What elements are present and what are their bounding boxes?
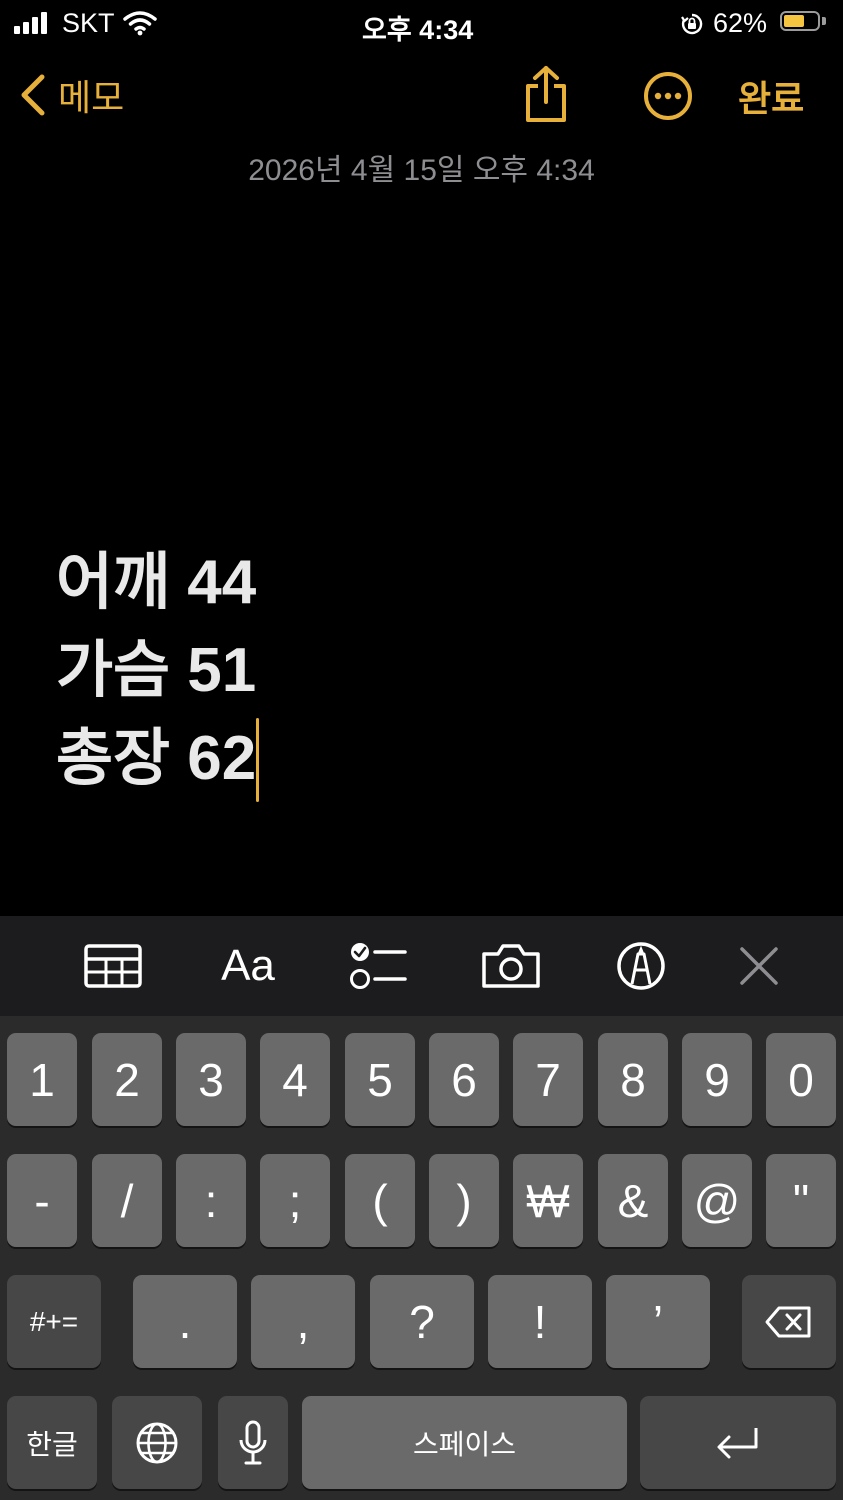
delete-key[interactable] (742, 1275, 836, 1368)
backspace-icon (765, 1306, 811, 1337)
note-line: 총장 62 (56, 724, 257, 793)
key-6[interactable]: 6 (429, 1033, 499, 1126)
key-1[interactable]: 1 (7, 1033, 77, 1126)
camera-icon (482, 944, 540, 988)
markup-button[interactable] (614, 940, 668, 992)
share-icon (526, 66, 566, 122)
markup-pen-icon (617, 942, 665, 990)
key-at[interactable]: @ (682, 1154, 752, 1247)
format-button[interactable]: Aa (215, 940, 281, 992)
note-line: 어깨 44 (56, 548, 257, 617)
carrier-label: SKT (62, 8, 115, 38)
key-won[interactable]: ₩ (513, 1154, 583, 1247)
table-button[interactable] (83, 940, 143, 992)
checklist-button[interactable] (348, 940, 408, 992)
return-key[interactable] (640, 1396, 836, 1489)
done-button[interactable]: 완료 (738, 70, 804, 122)
ellipsis-circle-icon (644, 72, 692, 120)
battery-percentage: 62% (713, 8, 768, 38)
space-key[interactable]: 스페이스 (302, 1396, 627, 1489)
back-button[interactable]: 메모 (18, 70, 124, 120)
note-body[interactable]: 어깨 44 가슴 51 총장 62 (56, 545, 816, 809)
key-hyphen[interactable]: - (7, 1154, 77, 1247)
chevron-left-icon (21, 74, 45, 116)
key-semicolon[interactable]: ; (260, 1154, 330, 1247)
status-bar: SKT 오후 4:34 62% (0, 0, 843, 50)
orientation-lock-icon (681, 13, 703, 35)
wifi-icon (123, 11, 157, 36)
key-open-paren[interactable]: ( (345, 1154, 415, 1247)
table-icon (84, 944, 142, 988)
key-8[interactable]: 8 (598, 1033, 668, 1126)
cellular-signal-icon (14, 12, 47, 34)
battery-icon (780, 11, 820, 31)
close-icon (740, 947, 778, 985)
key-colon[interactable]: : (176, 1154, 246, 1247)
share-button[interactable] (520, 64, 572, 124)
checklist-icon (350, 943, 407, 989)
battery-tip (822, 17, 826, 25)
key-0[interactable]: 0 (766, 1033, 836, 1126)
key-2[interactable]: 2 (92, 1033, 162, 1126)
key-period[interactable]: . (133, 1275, 237, 1368)
microphone-icon (239, 1420, 267, 1464)
key-apostrophe[interactable]: ’ (606, 1275, 710, 1368)
globe-key[interactable] (112, 1396, 202, 1489)
key-4[interactable]: 4 (260, 1033, 330, 1126)
key-slash[interactable]: / (92, 1154, 162, 1247)
language-key[interactable]: 한글 (7, 1396, 97, 1489)
key-7[interactable]: 7 (513, 1033, 583, 1126)
note-date: 2026년 4월 15일 오후 4:34 (248, 154, 595, 187)
camera-button[interactable] (480, 940, 542, 992)
more-button[interactable] (642, 70, 694, 122)
back-label: 메모 (58, 77, 125, 118)
key-5[interactable]: 5 (345, 1033, 415, 1126)
close-toolbar-button[interactable] (736, 940, 782, 992)
dictation-key[interactable] (218, 1396, 288, 1489)
return-icon (717, 1427, 758, 1458)
key-exclamation[interactable]: ! (488, 1275, 592, 1368)
notes-toolbar: Aa (0, 916, 843, 1016)
text-cursor (256, 718, 259, 802)
key-9[interactable]: 9 (682, 1033, 752, 1126)
symbols-toggle-key[interactable]: #+= (7, 1275, 101, 1368)
key-comma[interactable]: , (251, 1275, 355, 1368)
globe-icon (136, 1422, 178, 1463)
key-question[interactable]: ? (370, 1275, 474, 1368)
key-quote[interactable]: " (766, 1154, 836, 1247)
keyboard: 1 2 3 4 5 6 7 8 9 0 - / : ; ( ) ₩ & @ " … (0, 1016, 843, 1500)
note-line: 가슴 51 (56, 636, 257, 705)
key-ampersand[interactable]: & (598, 1154, 668, 1247)
key-3[interactable]: 3 (176, 1033, 246, 1126)
status-time: 오후 4:34 (362, 15, 474, 45)
key-close-paren[interactable]: ) (429, 1154, 499, 1247)
